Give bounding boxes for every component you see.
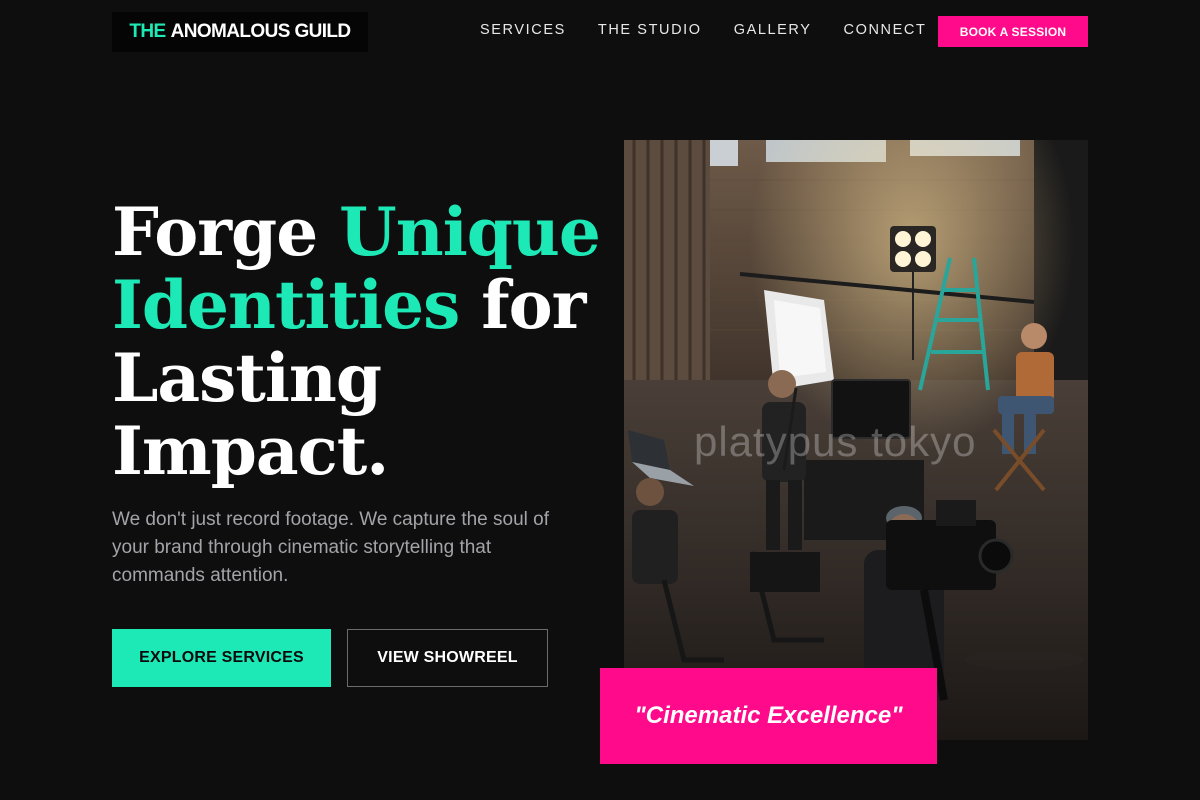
hero-description: We don't just record footage. We capture… [112,509,550,586]
hero-studio-photo: platypus tokyo [624,140,1088,740]
hero-title-highlight: Identities [112,266,460,344]
logo-text: ANOMALOUS GUILD [170,21,352,42]
quote-card: "Cinematic Excellence" [600,668,937,764]
hero-title-highlight: Unique [339,193,601,271]
logo-accent-text: THE [129,21,166,42]
nav-link-connect[interactable]: CONNECT [844,20,927,40]
hero-title: Forge Unique Identities for Lasting Impa… [112,196,612,488]
image-watermark: platypus tokyo [694,418,977,465]
hero-title-part: for [459,266,586,344]
nav-link-gallery[interactable]: GALLERY [734,20,812,40]
main-nav: SERVICES THE STUDIO GALLERY CONNECT [480,20,958,40]
hero-title-part: Lasting [112,339,382,417]
view-showreel-button[interactable]: VIEW SHOWREEL [347,629,548,687]
site-logo[interactable]: THE ANOMALOUS GUILD [112,12,368,52]
hero-title-part: Impact. [112,412,389,490]
hero-title-part: Forge [112,193,340,271]
explore-services-button[interactable]: EXPLORE SERVICES [112,629,331,687]
nav-link-the-studio[interactable]: THE STUDIO [598,20,702,40]
nav-link-services[interactable]: SERVICES [480,20,566,40]
book-session-button[interactable]: BOOK A SESSION [938,16,1088,47]
quote-text: "Cinematic Excellence" [634,702,903,729]
